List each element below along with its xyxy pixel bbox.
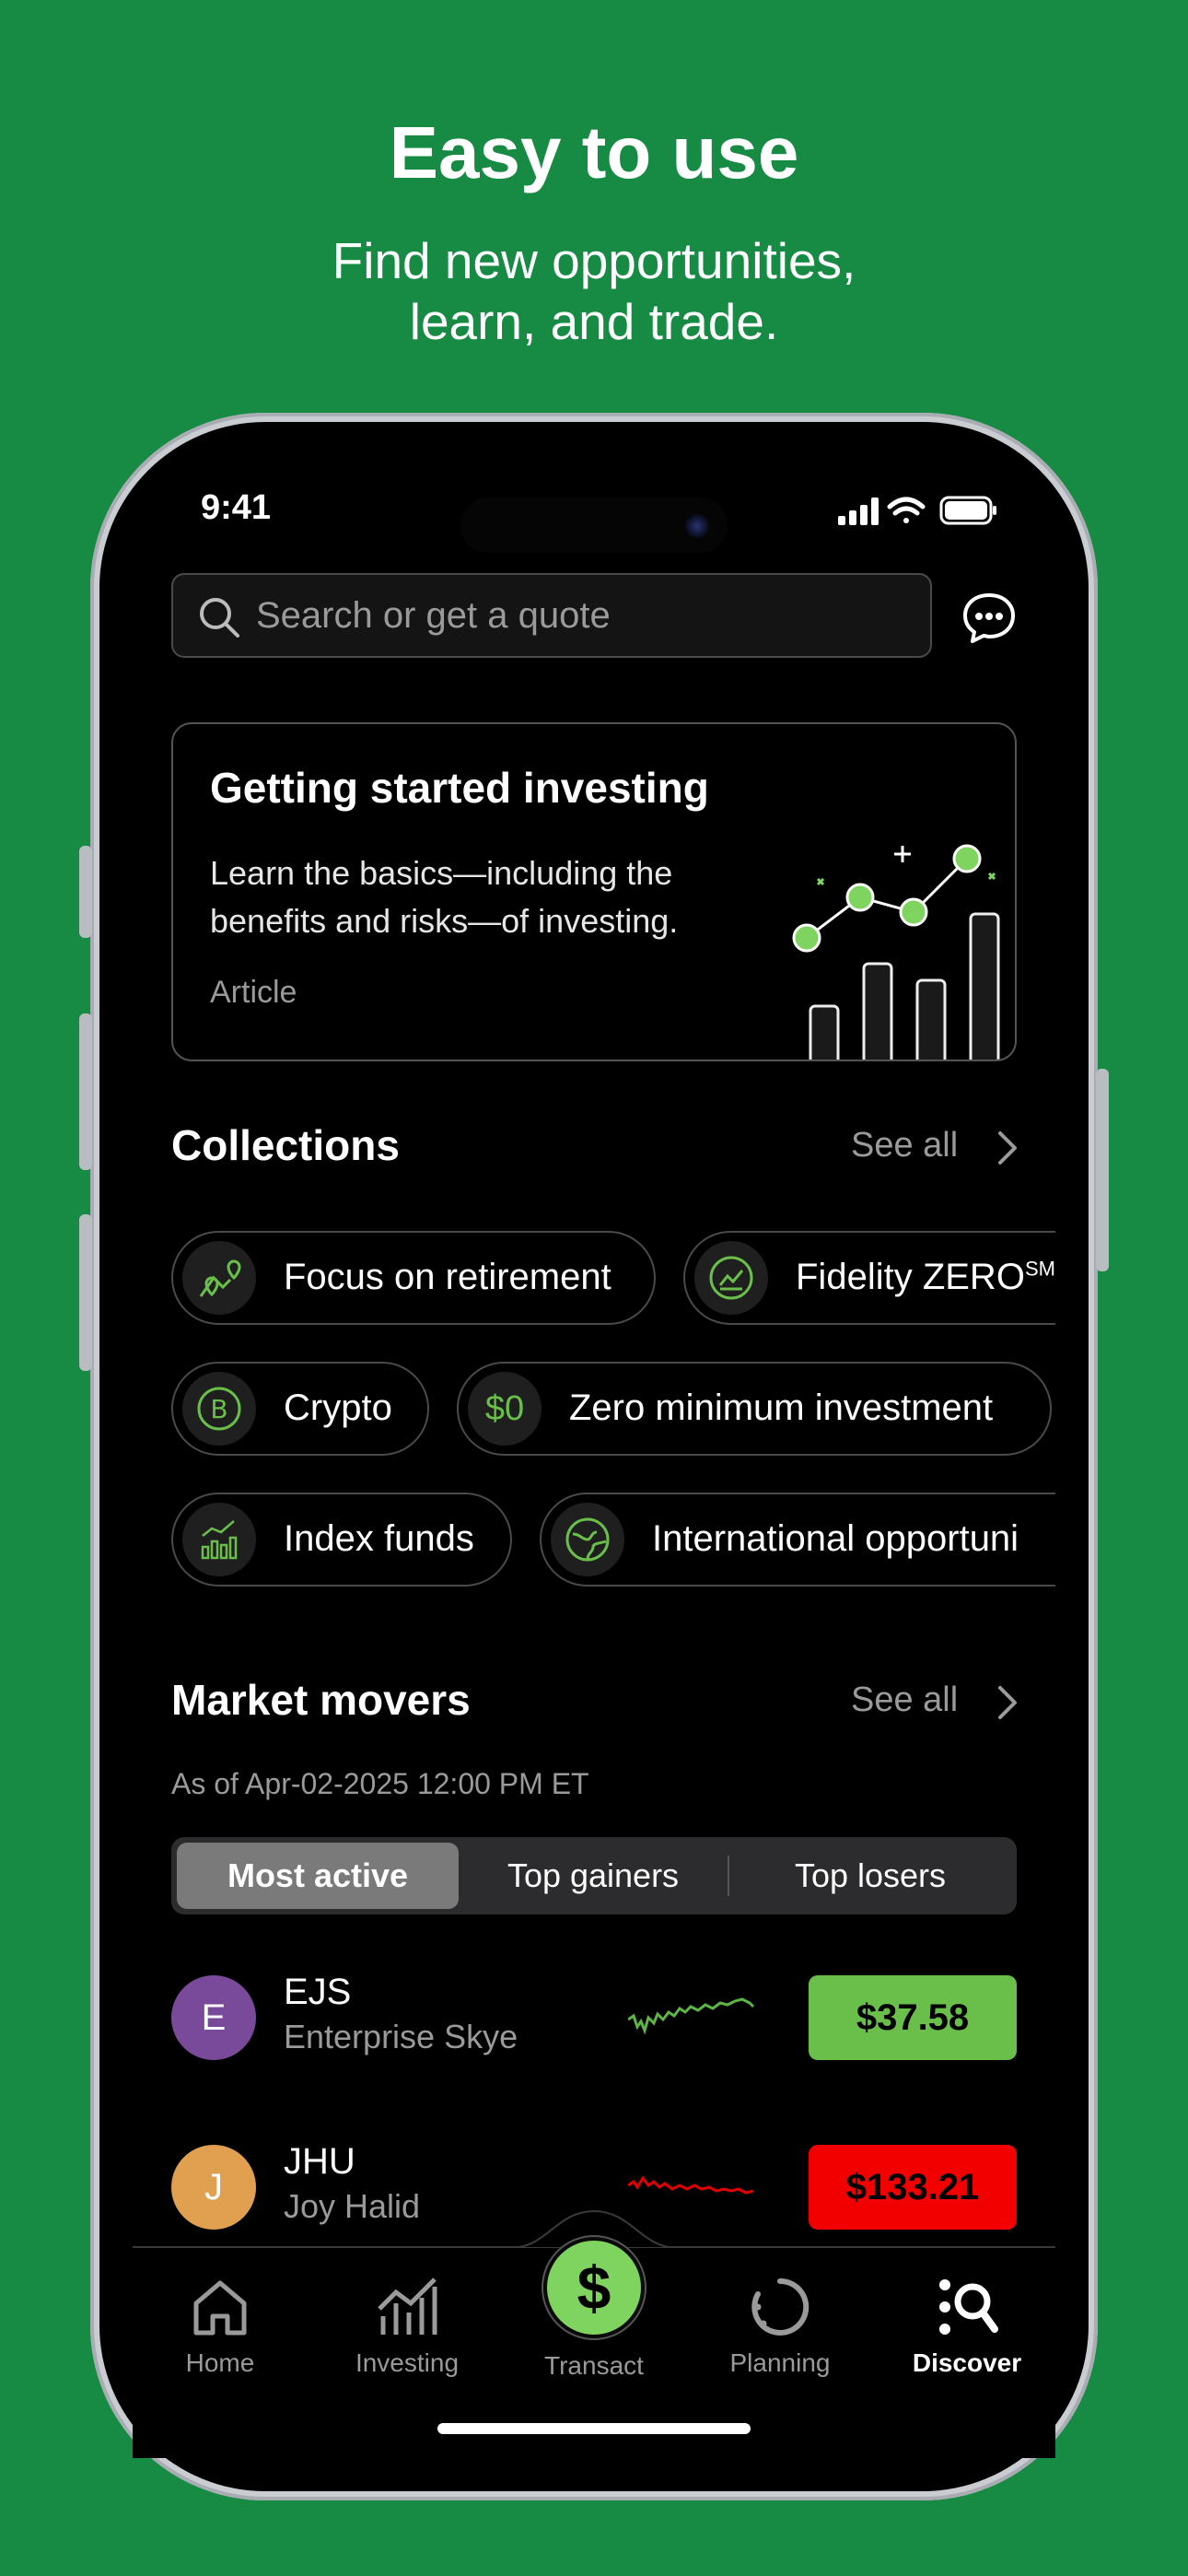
globe-icon bbox=[551, 1503, 624, 1576]
chevron-right-icon[interactable] bbox=[995, 1682, 1020, 1723]
battery-icon bbox=[939, 496, 996, 525]
dollar-icon: $ bbox=[577, 2254, 611, 2322]
zero-dollar-icon: $0 bbox=[468, 1372, 542, 1446]
card-title: Getting started investing bbox=[210, 764, 709, 812]
market-movers-see-all[interactable]: See all bbox=[851, 1680, 958, 1720]
market-movers-segmented-control: Most active Top gainers Top losers bbox=[171, 1837, 1017, 1914]
search-input[interactable]: Search or get a quote bbox=[171, 573, 932, 658]
chip-label: Zero minimum investment bbox=[569, 1388, 994, 1428]
planning-ring-icon bbox=[751, 2277, 809, 2336]
collections-title: Collections bbox=[171, 1121, 400, 1169]
chip-label: Index funds bbox=[284, 1518, 474, 1559]
transact-button[interactable]: $ bbox=[543, 2237, 645, 2338]
chip-international-opportunities[interactable]: International opportuni bbox=[540, 1493, 1055, 1587]
chip-crypto[interactable]: B Crypto bbox=[171, 1362, 429, 1456]
getting-started-card[interactable]: Getting started investing Learn the basi… bbox=[171, 722, 1017, 1061]
bar-trend-icon bbox=[182, 1503, 256, 1576]
tab-discover[interactable]: Discover bbox=[893, 2276, 1041, 2378]
wifi-icon bbox=[887, 497, 926, 523]
market-mover-row[interactable]: E EJS Enterprise Skye $37.58 bbox=[171, 1972, 1017, 2062]
ticker-symbol: JHU bbox=[284, 2141, 355, 2182]
tab-home[interactable]: Home bbox=[146, 2276, 294, 2378]
action-button bbox=[79, 846, 92, 938]
status-time: 9:41 bbox=[201, 488, 272, 527]
card-desc-line2: benefits and risks—of investing. bbox=[210, 902, 679, 940]
price-badge[interactable]: $37.58 bbox=[809, 1975, 1017, 2060]
as-of-timestamp: As of Apr-02-2025 12:00 PM ET bbox=[171, 1767, 589, 1800]
avatar: E bbox=[171, 1975, 256, 2060]
card-desc-line1: Learn the basics—including the bbox=[210, 854, 673, 892]
volume-up-button bbox=[79, 1013, 92, 1170]
collections-see-all[interactable]: See all bbox=[851, 1126, 958, 1165]
market-movers-title: Market movers bbox=[171, 1676, 471, 1724]
search-icon bbox=[200, 598, 239, 638]
sparkline-down bbox=[628, 2175, 754, 2195]
power-button bbox=[1096, 1069, 1109, 1271]
tab-label: Investing bbox=[355, 2348, 460, 2377]
tab-investing[interactable]: Investing bbox=[333, 2276, 481, 2378]
tab-top-losers[interactable]: Top losers bbox=[729, 1843, 1011, 1909]
signal-icon bbox=[838, 498, 879, 525]
chip-label: Fidelity ZEROSM bbox=[796, 1257, 1055, 1297]
ticker-symbol: EJS bbox=[284, 1972, 352, 2012]
tab-most-active[interactable]: Most active bbox=[177, 1843, 459, 1909]
home-indicator[interactable] bbox=[437, 2423, 751, 2434]
tab-label: Discover bbox=[912, 2348, 1022, 2377]
retirement-map-icon bbox=[182, 1241, 256, 1315]
status-icons bbox=[836, 494, 998, 527]
chat-icon[interactable] bbox=[961, 590, 1017, 645]
home-icon bbox=[193, 2280, 247, 2336]
card-description: Learn the basics—including the benefits … bbox=[210, 849, 726, 945]
tab-planning[interactable]: Planning bbox=[706, 2276, 854, 2378]
chip-label: Crypto bbox=[284, 1388, 392, 1428]
chip-focus-on-retirement[interactable]: Focus on retirement bbox=[171, 1231, 656, 1325]
price-badge[interactable]: $133.21 bbox=[809, 2145, 1017, 2230]
investing-chart-icon bbox=[378, 2277, 437, 2335]
hero-title: Easy to use bbox=[389, 111, 799, 193]
hero-subtitle-line1: Find new opportunities, bbox=[332, 232, 856, 289]
tab-label-transact[interactable]: Transact bbox=[520, 2351, 668, 2381]
hero-subtitle: Find new opportunities, learn, and trade… bbox=[0, 230, 1188, 352]
chevron-right-icon[interactable] bbox=[995, 1128, 1020, 1168]
chip-fidelity-zero[interactable]: Fidelity ZEROSM bbox=[683, 1231, 1055, 1325]
camera-icon bbox=[685, 514, 709, 538]
card-type-label: Article bbox=[210, 975, 297, 1010]
line-chart-icon bbox=[694, 1241, 768, 1315]
volume-down-button bbox=[79, 1214, 92, 1371]
tab-label: Home bbox=[185, 2348, 255, 2377]
chip-label: Focus on retirement bbox=[284, 1257, 611, 1297]
company-name: Enterprise Skye bbox=[284, 2018, 518, 2055]
sparkline-up bbox=[628, 1997, 755, 2035]
bitcoin-icon: B bbox=[182, 1372, 256, 1446]
search-placeholder: Search or get a quote bbox=[256, 595, 611, 636]
tab-label: Planning bbox=[729, 2348, 831, 2377]
avatar: J bbox=[171, 2145, 256, 2230]
company-name: Joy Halid bbox=[284, 2187, 421, 2225]
collections-chips: Focus on retirement Fidelity ZEROSM B Cr… bbox=[133, 1218, 1055, 1605]
chip-index-funds[interactable]: Index funds bbox=[171, 1493, 512, 1587]
chip-zero-minimum-investment[interactable]: $0 Zero minimum investment bbox=[457, 1362, 1052, 1456]
hero-subtitle-line2: learn, and trade. bbox=[409, 293, 779, 350]
discover-icon bbox=[939, 2279, 998, 2335]
investing-chart-illustration bbox=[792, 844, 1000, 1060]
svg-text:B: B bbox=[210, 1394, 227, 1424]
tab-top-gainers[interactable]: Top gainers bbox=[459, 1843, 728, 1909]
chip-label: International opportuni bbox=[652, 1518, 1019, 1559]
